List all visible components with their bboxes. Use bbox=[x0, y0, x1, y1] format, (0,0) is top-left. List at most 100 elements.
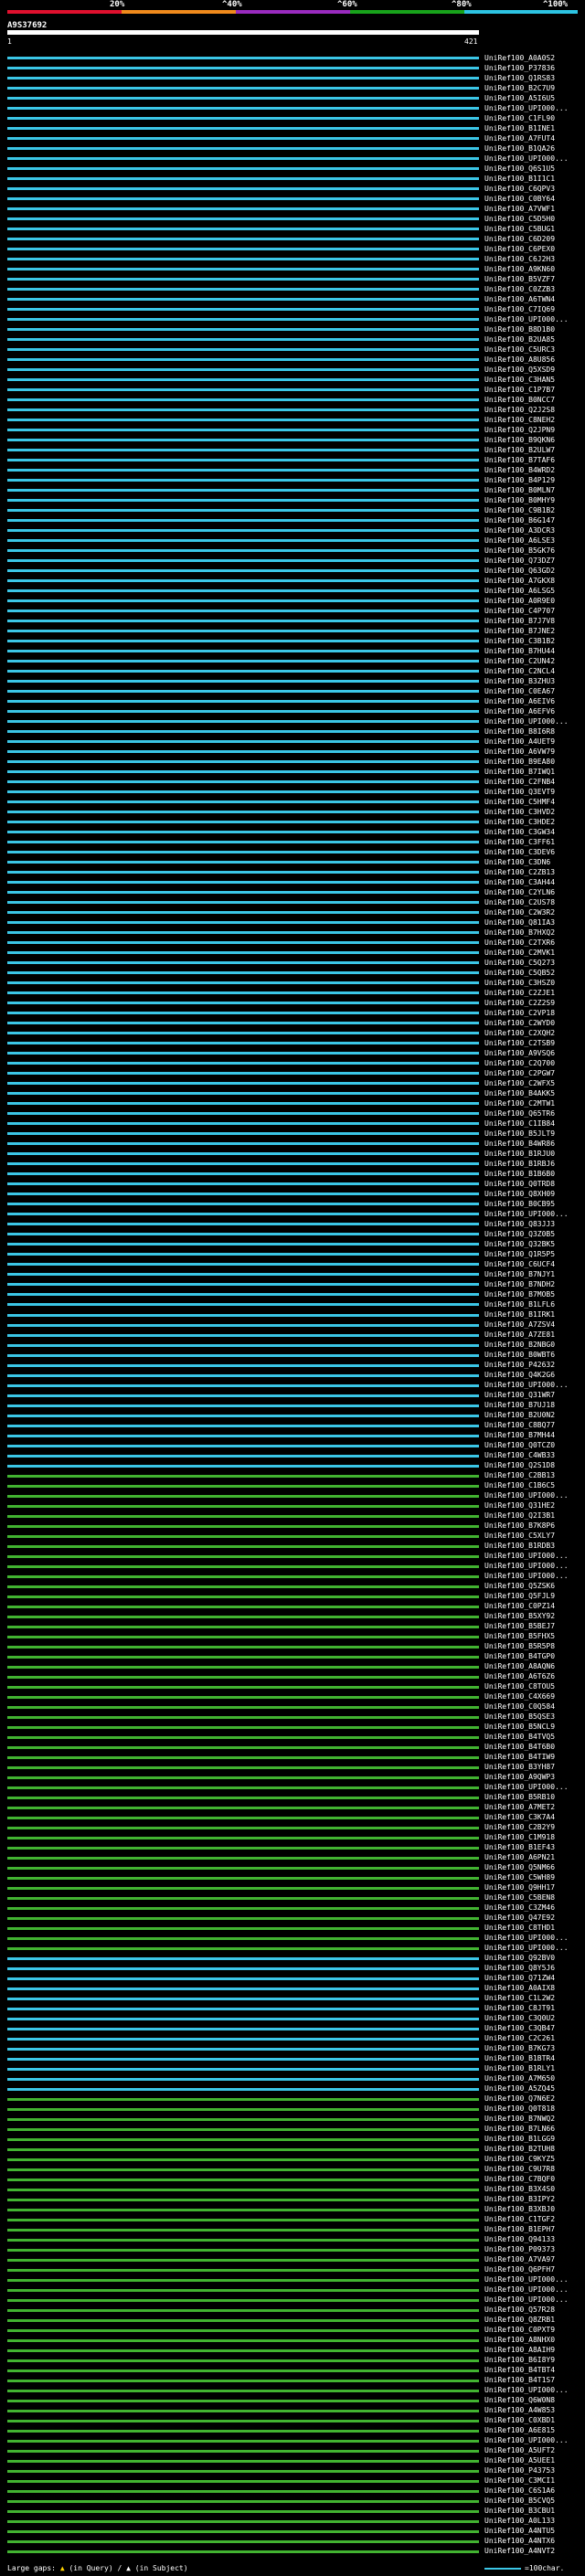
hit-row[interactable]: UniRef100_B7KG73 bbox=[0, 2044, 585, 2054]
hit-row[interactable]: UniRef100_C0BY64 bbox=[0, 194, 585, 204]
hit-label[interactable]: UniRef100_B7LN66 bbox=[484, 2125, 555, 2133]
hit-label[interactable]: UniRef100_C2Z2S9 bbox=[484, 999, 555, 1007]
hit-row[interactable]: UniRef100_Q6S1U5 bbox=[0, 164, 585, 174]
hit-row[interactable]: UniRef100_C2MTW1 bbox=[0, 1098, 585, 1108]
hit-label[interactable]: UniRef100_C2NCL4 bbox=[484, 667, 555, 675]
hit-label[interactable]: UniRef100_B7MH44 bbox=[484, 1432, 555, 1439]
hit-label[interactable]: UniRef100_C2WYD0 bbox=[484, 1019, 555, 1027]
hit-label[interactable]: UniRef100_B7IWQ1 bbox=[484, 768, 555, 776]
hit-row[interactable]: UniRef100_C1FL90 bbox=[0, 113, 585, 123]
hit-row[interactable]: UniRef100_C5WH89 bbox=[0, 1873, 585, 1883]
hit-row[interactable]: UniRef100_B7NJY1 bbox=[0, 1269, 585, 1279]
hit-row[interactable]: UniRef100_C5QB52 bbox=[0, 968, 585, 978]
hit-row[interactable]: UniRef100_C0XBD1 bbox=[0, 2416, 585, 2426]
hit-row[interactable]: UniRef100_C3GW34 bbox=[0, 827, 585, 837]
hit-label[interactable]: UniRef100_C1L2W2 bbox=[484, 1995, 555, 2002]
hit-label[interactable]: UniRef100_B7NWQ2 bbox=[484, 2115, 555, 2123]
hit-label[interactable]: UniRef100_C0XBD1 bbox=[484, 2417, 555, 2424]
hit-label[interactable]: UniRef100_C1IB84 bbox=[484, 1119, 555, 1128]
hit-label[interactable]: UniRef100_A7VA97 bbox=[484, 2256, 555, 2263]
hit-row[interactable]: UniRef100_P09373 bbox=[0, 2245, 585, 2255]
hit-label[interactable]: UniRef100_A4UET9 bbox=[484, 737, 555, 746]
hit-label[interactable]: UniRef100_C2TSB9 bbox=[484, 1039, 555, 1047]
hit-row[interactable]: UniRef100_C2WYD0 bbox=[0, 1018, 585, 1028]
hit-label[interactable]: UniRef100_C2ZJE1 bbox=[484, 989, 555, 997]
hit-label[interactable]: UniRef100_C2ZB13 bbox=[484, 868, 555, 876]
hit-label[interactable]: UniRef100_B5NCL9 bbox=[484, 1723, 555, 1731]
hit-label[interactable]: UniRef100_A7ZSV4 bbox=[484, 1321, 555, 1329]
hit-label[interactable]: UniRef100_UPI000... bbox=[484, 104, 569, 112]
hit-label[interactable]: UniRef100_A7MET2 bbox=[484, 1804, 555, 1811]
hit-row[interactable]: UniRef100_Q63GD2 bbox=[0, 566, 585, 576]
hit-label[interactable]: UniRef100_C5Q273 bbox=[484, 959, 555, 967]
hit-row[interactable]: UniRef100_B3YH87 bbox=[0, 1763, 585, 1773]
hit-row[interactable]: UniRef100_A6LSE3 bbox=[0, 535, 585, 546]
hit-label[interactable]: UniRef100_C3HAN5 bbox=[484, 376, 555, 384]
hit-row[interactable]: UniRef100_B5CVQ5 bbox=[0, 2496, 585, 2507]
hit-row[interactable]: UniRef100_Q8Y5J6 bbox=[0, 1964, 585, 1974]
hit-label[interactable]: UniRef100_UPI000... bbox=[484, 2286, 569, 2294]
hit-row[interactable]: UniRef100_B3XBJ0 bbox=[0, 2205, 585, 2215]
hit-row[interactable]: UniRef100_A6PN21 bbox=[0, 1853, 585, 1863]
hit-row[interactable]: UniRef100_B5RB10 bbox=[0, 1793, 585, 1803]
hit-row[interactable]: UniRef100_UPI000... bbox=[0, 314, 585, 324]
hit-label[interactable]: UniRef100_A9VSQ6 bbox=[484, 1049, 555, 1057]
hit-label[interactable]: UniRef100_B0MLN7 bbox=[484, 486, 555, 494]
hit-row[interactable]: UniRef100_P37836 bbox=[0, 63, 585, 73]
hit-row[interactable]: UniRef100_C4WB33 bbox=[0, 1451, 585, 1461]
hit-row[interactable]: UniRef100_B1EPH7 bbox=[0, 2225, 585, 2235]
hit-label[interactable]: UniRef100_C2B2Y9 bbox=[484, 1824, 555, 1831]
hit-label[interactable]: UniRef100_C6QPV3 bbox=[484, 185, 555, 193]
hit-row[interactable]: UniRef100_Q8ZRB1 bbox=[0, 2316, 585, 2326]
hit-label[interactable]: UniRef100_C1P7B7 bbox=[484, 386, 555, 394]
hit-row[interactable]: UniRef100_B7HU44 bbox=[0, 646, 585, 656]
hit-row[interactable]: UniRef100_A6T6Z6 bbox=[0, 1672, 585, 1682]
hit-row[interactable]: UniRef100_A0L133 bbox=[0, 2517, 585, 2527]
hit-row[interactable]: UniRef100_UPI000... bbox=[0, 1209, 585, 1219]
hit-row[interactable]: UniRef100_C9U7R8 bbox=[0, 2165, 585, 2175]
hit-label[interactable]: UniRef100_Q6PFH7 bbox=[484, 2266, 555, 2274]
hit-label[interactable]: UniRef100_B1EF43 bbox=[484, 1844, 555, 1851]
hit-label[interactable]: UniRef100_A4W853 bbox=[484, 2407, 555, 2414]
hit-row[interactable]: UniRef100_A7VWF1 bbox=[0, 204, 585, 214]
hit-row[interactable]: UniRef100_Q6PFH7 bbox=[0, 2265, 585, 2275]
hit-label[interactable]: UniRef100_B5QSE3 bbox=[484, 1713, 555, 1721]
hit-row[interactable]: UniRef100_C3QB47 bbox=[0, 2024, 585, 2034]
hit-row[interactable]: UniRef100_C6QPV3 bbox=[0, 184, 585, 194]
hit-label[interactable]: UniRef100_B4TIW9 bbox=[484, 1754, 555, 1761]
hit-row[interactable]: UniRef100_Q71ZW4 bbox=[0, 1974, 585, 1984]
hit-row[interactable]: UniRef100_A4W853 bbox=[0, 2406, 585, 2416]
hit-row[interactable]: UniRef100_A8NHX0 bbox=[0, 2336, 585, 2346]
hit-row[interactable]: UniRef100_B4T6B0 bbox=[0, 1743, 585, 1753]
hit-label[interactable]: UniRef100_B0WBT6 bbox=[484, 1352, 555, 1359]
hit-label[interactable]: UniRef100_C2MTW1 bbox=[484, 1099, 555, 1108]
hit-label[interactable]: UniRef100_B7MOB5 bbox=[484, 1290, 555, 1299]
hit-label[interactable]: UniRef100_UPI000... bbox=[484, 1573, 569, 1580]
hit-label[interactable]: UniRef100_C8THD1 bbox=[484, 1924, 555, 1932]
hit-label[interactable]: UniRef100_C3FF61 bbox=[484, 838, 555, 846]
hit-label[interactable]: UniRef100_B1LFL6 bbox=[484, 1300, 555, 1309]
hit-row[interactable]: UniRef100_UPI000... bbox=[0, 1572, 585, 1582]
hit-row[interactable]: UniRef100_Q73DZ7 bbox=[0, 556, 585, 566]
hit-row[interactable]: UniRef100_B7TAF6 bbox=[0, 455, 585, 465]
hit-row[interactable]: UniRef100_B7NWQ2 bbox=[0, 2115, 585, 2125]
hit-label[interactable]: UniRef100_Q32BK5 bbox=[484, 1240, 555, 1248]
hit-row[interactable]: UniRef100_B5GK76 bbox=[0, 546, 585, 556]
hit-label[interactable]: UniRef100_C2Q700 bbox=[484, 1059, 555, 1067]
hit-row[interactable]: UniRef100_C2TSB9 bbox=[0, 1038, 585, 1048]
hit-label[interactable]: UniRef100_Q81IA3 bbox=[484, 918, 555, 927]
hit-label[interactable]: UniRef100_B1RLY1 bbox=[484, 2065, 555, 2072]
hit-row[interactable]: UniRef100_C3ZM46 bbox=[0, 1903, 585, 1913]
hit-row[interactable]: UniRef100_B4AKK5 bbox=[0, 1088, 585, 1098]
hit-label[interactable]: UniRef100_B4TVQ5 bbox=[484, 1733, 555, 1741]
hit-label[interactable]: UniRef100_C6S1A6 bbox=[484, 2487, 555, 2495]
hit-label[interactable]: UniRef100_C9U7R8 bbox=[484, 2166, 555, 2173]
hit-label[interactable]: UniRef100_C0EA67 bbox=[484, 687, 555, 695]
hit-row[interactable]: UniRef100_B7K8P6 bbox=[0, 1521, 585, 1532]
hit-row[interactable]: UniRef100_C1B6C5 bbox=[0, 1481, 585, 1491]
hit-label[interactable]: UniRef100_A5I6U5 bbox=[484, 94, 555, 102]
hit-label[interactable]: UniRef100_C3B1B2 bbox=[484, 637, 555, 645]
hit-label[interactable]: UniRef100_B7HU44 bbox=[484, 647, 555, 655]
hit-label[interactable]: UniRef100_B6I8Y9 bbox=[484, 2357, 555, 2364]
hit-label[interactable]: UniRef100_A5UEE1 bbox=[484, 2457, 555, 2465]
